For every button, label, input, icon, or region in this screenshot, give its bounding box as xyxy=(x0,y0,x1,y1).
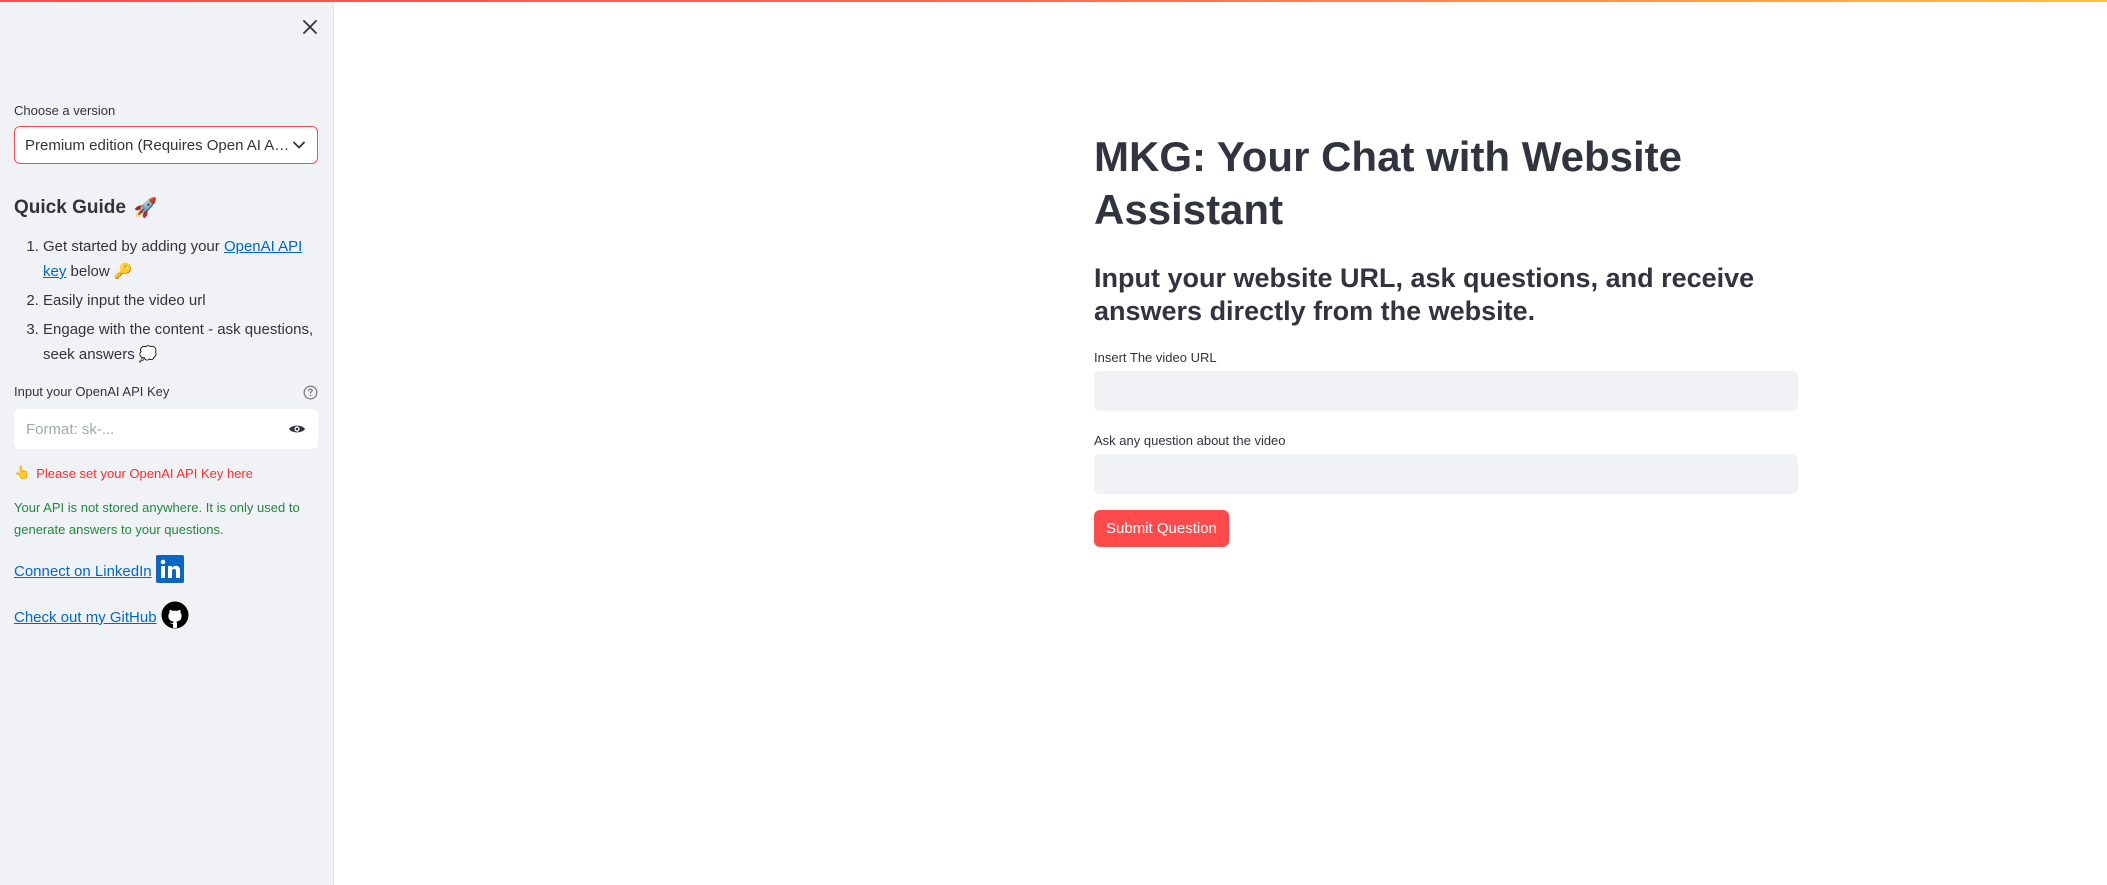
api-key-field[interactable] xyxy=(14,409,318,449)
page-subtitle: Input your website URL, ask questions, a… xyxy=(1094,263,1755,326)
page-title: MKG: Your Chat with Website Assistant xyxy=(1094,133,1683,233)
step-1-prefix: Get started by adding your xyxy=(43,238,224,255)
list-item: Get started by adding your OpenAI API ke… xyxy=(43,234,318,284)
rocket-icon: 🚀 xyxy=(133,198,158,219)
quick-guide-steps: Get started by adding your OpenAI API ke… xyxy=(14,234,318,367)
quick-guide-title: Quick Guide xyxy=(14,197,126,218)
quick-guide-heading: Quick Guide 🚀 xyxy=(14,196,318,220)
github-link[interactable]: Check out my GitHub xyxy=(14,609,157,626)
api-key-warning-text: Please set your OpenAI API Key here xyxy=(36,465,253,481)
app-top-decoration-bar xyxy=(0,0,2107,2)
url-field-label: Insert The video URL xyxy=(1094,350,1217,365)
list-item: Easily input the video url xyxy=(43,288,318,313)
pointing-up-hand-icon: 👆 xyxy=(14,465,31,480)
version-select-label: Choose a version xyxy=(14,103,116,118)
sidebar-content: Choose a version Premium edition (Requir… xyxy=(14,102,318,633)
video-url-input[interactable] xyxy=(1094,371,1798,411)
api-key-warning: 👆 Please set your OpenAI API Key here xyxy=(14,465,318,481)
eye-icon[interactable] xyxy=(286,418,308,440)
submit-question-button[interactable]: Submit Question xyxy=(1094,510,1229,547)
linkedin-icon[interactable] xyxy=(155,555,184,587)
main-content: MKG: Your Chat with Website Assistant In… xyxy=(1094,130,1798,547)
github-icon[interactable] xyxy=(161,601,189,633)
version-select-value: Premium edition (Requires Open AI API Ke… xyxy=(25,136,291,154)
api-key-input[interactable] xyxy=(24,419,286,439)
api-privacy-note: Your API is not stored anywhere. It is o… xyxy=(14,500,300,537)
sidebar: Choose a version Premium edition (Requir… xyxy=(0,0,334,885)
api-key-label-row: Input your OpenAI API Key xyxy=(14,383,318,401)
help-icon[interactable] xyxy=(302,384,318,400)
list-item: Engage with the content - ask questions,… xyxy=(43,317,318,367)
api-key-label: Input your OpenAI API Key xyxy=(14,384,170,399)
question-field-label: Ask any question about the video xyxy=(1094,433,1286,448)
version-select[interactable]: Premium edition (Requires Open AI API Ke… xyxy=(14,126,318,164)
linkedin-row: Connect on LinkedIn xyxy=(14,555,318,587)
close-sidebar-button[interactable] xyxy=(297,14,323,40)
chevron-down-icon xyxy=(291,137,307,153)
question-input[interactable] xyxy=(1094,454,1798,494)
step-1-suffix: below 🔑 xyxy=(66,263,133,280)
linkedin-link[interactable]: Connect on LinkedIn xyxy=(14,563,152,580)
close-icon xyxy=(303,20,317,34)
github-row: Check out my GitHub xyxy=(14,601,318,633)
